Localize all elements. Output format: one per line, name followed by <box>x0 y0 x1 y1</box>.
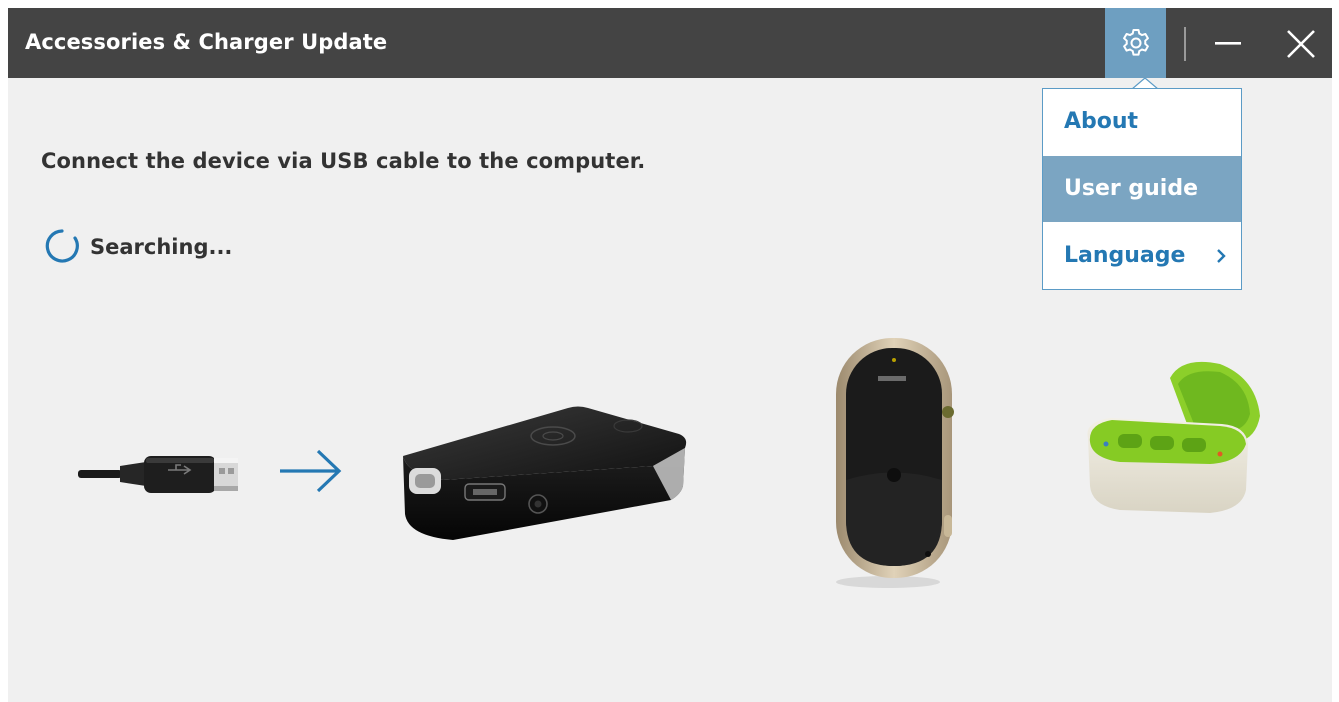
usb-cable-image <box>78 456 238 493</box>
close-button[interactable] <box>1278 8 1326 78</box>
settings-menu: About User guide Language <box>1042 88 1242 290</box>
app-window: Accessories & Charger Update Connect the… <box>8 8 1332 702</box>
menu-item-label: Language <box>1064 243 1186 268</box>
arrow-icon <box>280 449 342 493</box>
title-separator <box>1184 27 1186 61</box>
menu-item-label: User guide <box>1064 176 1199 201</box>
minimize-button[interactable] <box>1206 8 1250 78</box>
menu-item-label: About <box>1064 109 1139 134</box>
menu-item-about[interactable]: About <box>1043 89 1241 155</box>
close-icon <box>1287 30 1315 58</box>
minimize-icon <box>1215 42 1241 45</box>
menu-item-user-guide[interactable]: User guide <box>1043 156 1241 222</box>
chevron-right-icon <box>1217 249 1226 263</box>
tv-connector-image <box>403 406 687 540</box>
loading-spinner-icon <box>45 229 79 263</box>
window-title: Accessories & Charger Update <box>25 30 388 54</box>
instruction-text: Connect the device via USB cable to the … <box>41 149 646 173</box>
charger-case-image <box>1087 361 1260 513</box>
settings-button[interactable] <box>1105 8 1166 78</box>
search-status: Searching... <box>90 235 233 259</box>
menu-item-language[interactable]: Language <box>1043 223 1241 289</box>
gear-icon <box>1123 29 1149 56</box>
title-bar: Accessories & Charger Update <box>8 8 1332 78</box>
remote-control-image <box>836 338 954 588</box>
